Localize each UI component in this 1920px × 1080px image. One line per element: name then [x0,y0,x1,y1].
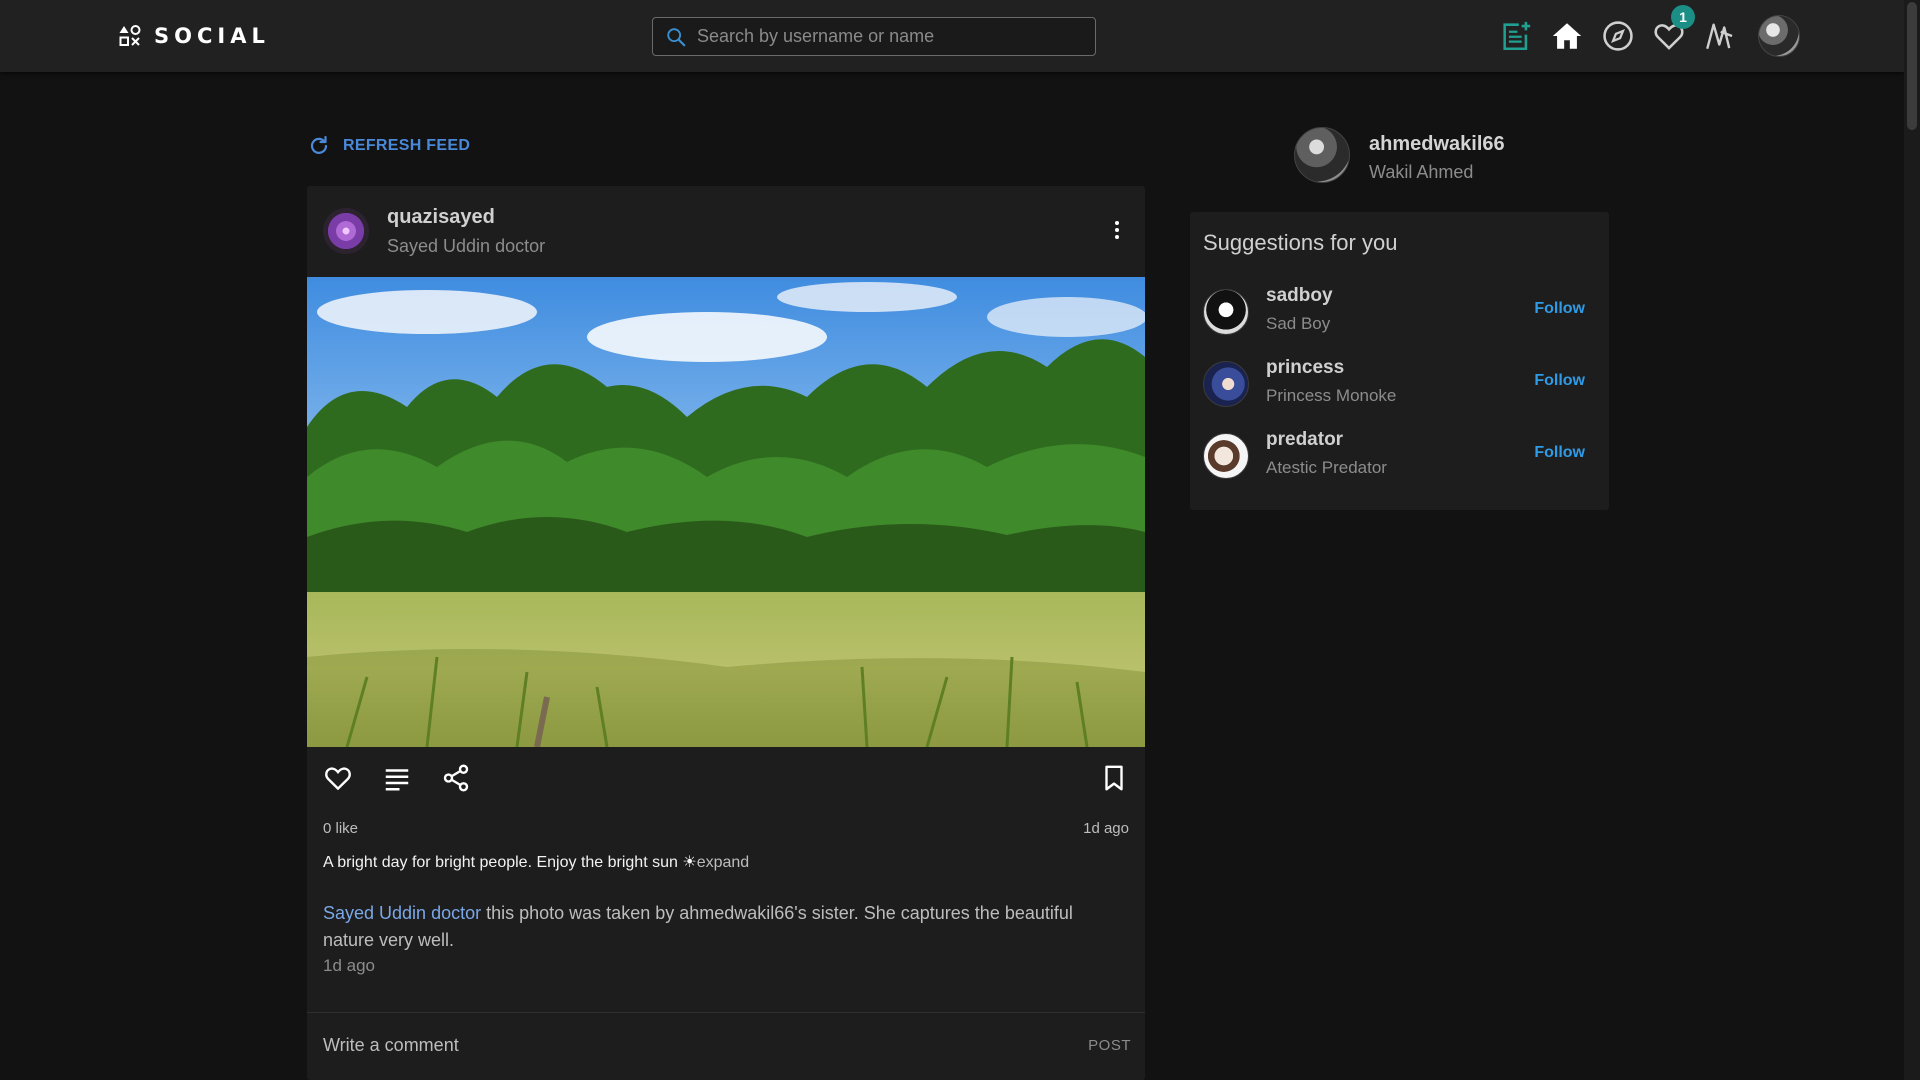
suggestion-item: predator Atestic Predator Follow [1203,429,1599,485]
suggestion-name: Atestic Predator [1266,458,1387,477]
caption-text: A bright day for bright people. Enjoy th… [323,854,697,871]
logo-text: SOCIAL [154,24,270,48]
follow-button[interactable]: Follow [1534,372,1585,390]
scrollbar[interactable] [1904,0,1920,1080]
post-comment-button[interactable]: POST [1088,1037,1131,1054]
expand-caption-link[interactable]: expand [697,854,750,871]
home-button[interactable] [1545,14,1589,58]
logo-shapes-icon [119,25,141,46]
explore-button[interactable] [1596,14,1640,58]
comment-author[interactable]: Sayed Uddin doctor [323,903,481,923]
post-time: 1d ago [1083,820,1129,837]
app-logo[interactable]: SOCIAL [118,22,270,50]
suggestions-panel: Suggestions for you sadboy Sad Boy Follo… [1190,212,1609,510]
top-app-bar: SOCIAL Search by username or name 1 [0,0,1904,72]
profile-avatar-button[interactable] [1758,15,1800,57]
share-button[interactable] [434,756,478,800]
comment-time: 1d ago [323,956,375,975]
comment-item: Sayed Uddin doctor this photo was taken … [323,900,1123,954]
like-count[interactable]: 0 like [323,820,358,837]
suggestions-title: Suggestions for you [1203,230,1398,255]
search-box[interactable] [652,17,1096,56]
suggestion-avatar[interactable] [1203,433,1249,479]
explore-icon [1603,21,1633,51]
search-icon [667,27,686,46]
bookmark-button[interactable] [1092,756,1136,800]
search-input[interactable] [697,26,1077,47]
post-actions [307,756,1145,806]
follow-button[interactable]: Follow [1534,300,1585,318]
post-card: quazisayed Sayed Uddin doctor 0 like 1d … [307,186,1145,1080]
comment-composer: POST [307,1012,1145,1080]
refresh-feed-label: REFRESH FEED [343,137,471,154]
suggestion-item: princess Princess Monoke Follow [1203,357,1599,413]
notifications-button[interactable]: 1 [1647,5,1695,58]
suggestion-name: Sad Boy [1266,314,1331,333]
post-image[interactable] [307,277,1145,747]
activity-button[interactable] [1698,14,1742,58]
follow-button[interactable]: Follow [1534,444,1585,462]
refresh-icon [310,135,328,154]
new-post-icon [1503,21,1531,51]
suggestion-username[interactable]: princess [1266,357,1344,379]
activity-icon [1706,23,1733,50]
current-user-username[interactable]: ahmedwakil66 [1369,133,1505,156]
post-author-name: Sayed Uddin doctor [387,236,546,256]
suggestion-username[interactable]: predator [1266,429,1343,451]
current-user-avatar[interactable] [1294,127,1350,183]
like-button[interactable] [316,756,360,800]
comment-lines-icon [385,769,409,791]
bookmark-icon [1105,765,1123,791]
suggestion-avatar[interactable] [1203,361,1249,407]
refresh-feed-button[interactable]: REFRESH FEED [307,134,470,158]
suggestion-name: Princess Monoke [1266,386,1397,405]
comment-input[interactable] [323,1035,1023,1056]
home-icon [1552,23,1582,49]
comments-button[interactable] [375,756,419,800]
new-post-button[interactable] [1494,14,1538,58]
suggestion-avatar[interactable] [1203,289,1249,335]
suggestion-username[interactable]: sadboy [1266,285,1333,307]
notification-badge: 1 [1671,5,1695,29]
post-author-avatar[interactable] [323,208,369,254]
post-caption: A bright day for bright people. Enjoy th… [323,852,749,872]
post-author-username[interactable]: quazisayed [387,206,495,229]
suggestion-item: sadboy Sad Boy Follow [1203,285,1599,341]
share-icon [443,764,469,792]
current-user-name: Wakil Ahmed [1369,162,1474,182]
scrollbar-thumb[interactable] [1907,2,1917,130]
more-options-icon[interactable] [1105,218,1129,242]
heart-icon [325,767,351,791]
post-header: quazisayed Sayed Uddin doctor [307,186,1145,276]
